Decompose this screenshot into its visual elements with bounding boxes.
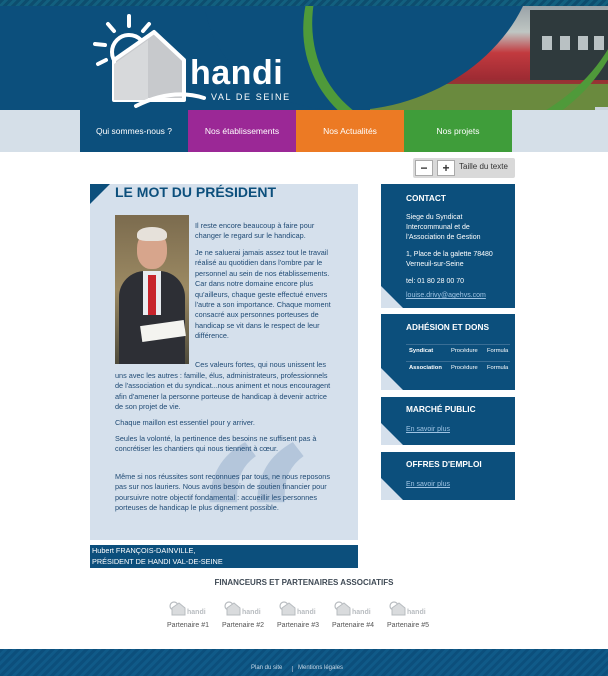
footer-sitemap-link[interactable]: Plan du site [251,665,282,671]
footer-separator [292,666,293,672]
contact-org-3: l'Association de Gestion [406,234,481,241]
adhesion-formula-link[interactable]: Formula [487,365,508,371]
partner-logo-text: handi [352,609,371,616]
partner-logo[interactable]: handi [386,598,430,618]
marche-public-title: MARCHÉ PUBLIC [406,404,476,414]
partner-logo[interactable]: handi [221,598,265,618]
main-nav: Qui sommes-nous ? Nos établissements Nos… [80,110,512,152]
signature-name: Hubert FRANÇOIS-DAINVILLE, [92,546,196,555]
box-corner [381,423,403,445]
marche-public-link[interactable]: En savoir plus [406,426,450,433]
adhesion-row-name: Syndicat [409,348,434,354]
contact-address-1: 1, Place de la galette 78480 [406,251,493,258]
partner-label[interactable]: Partenaire #4 [323,622,383,629]
text-size-increase-button[interactable]: + [437,160,455,176]
marche-public-box: MARCHÉ PUBLIC En savoir plus [381,397,515,445]
partner-logo-text: handi [242,609,261,616]
contact-box: CONTACT Siege du Syndicat Intercommunal … [381,184,515,308]
partner-label[interactable]: Partenaire #5 [378,622,438,629]
nav-nos-actualites[interactable]: Nos Actualités [296,110,404,152]
page-title: LE MOT DU PRÉSIDENT [115,184,277,200]
partner-label[interactable]: Partenaire #1 [158,622,218,629]
footer: Plan du site Mentions légales [0,649,608,676]
contact-email-link[interactable]: louise.drivy@agehvs.com [406,292,486,299]
article-paragraph-6: Même si nos réussites sont reconnues par… [115,472,330,513]
contact-org-1: Siege du Syndicat [406,214,463,221]
article-paragraph-5: Seules la volonté, la pertinence des bes… [115,434,317,454]
nav-qui-sommes-nous[interactable]: Qui sommes-nous ? [80,110,188,152]
box-corner [381,286,403,308]
contact-phone: tel: 01 80 28 00 70 [406,278,464,285]
offres-emploi-title: OFFRES D'EMPLOI [406,459,482,469]
offres-emploi-box: OFFRES D'EMPLOI En savoir plus [381,452,515,500]
partner-logo-text: handi [297,609,316,616]
partners-title: FINANCEURS ET PARTENAIRES ASSOCIATIFS [214,578,394,587]
nav-nos-etablissements[interactable]: Nos établissements [188,110,296,152]
partner-logo[interactable]: handi [331,598,375,618]
nav-nos-projets[interactable]: Nos projets [404,110,512,152]
partner-logo-text: handi [187,609,206,616]
article-corner [90,184,110,204]
header-banner: handi VAL DE SEINE ︿ [0,6,608,110]
adhesion-title: ADHÉSION ET DONS [406,322,489,332]
partner-label[interactable]: Partenaire #3 [268,622,328,629]
text-size-control: − + Taille du texte [413,158,515,178]
logo-subtitle: VAL DE SEINE [211,92,291,102]
contact-title: CONTACT [406,193,446,203]
article-paragraph-3b: uns avec les autres : famille, élus, adm… [115,371,331,412]
contact-address-2: Verneuil-sur-Seine [406,261,464,268]
logo-wordmark: handi [190,54,284,92]
adhesion-procedure-link[interactable]: Procédure [451,348,478,354]
text-size-decrease-button[interactable]: − [415,160,433,176]
adhesion-formula-link[interactable]: Formula [487,348,508,354]
signature-block: Hubert FRANÇOIS-DAINVILLE, PRÉSIDENT DE … [90,545,358,568]
adhesion-row-name: Association [409,365,442,371]
footer-legal-link[interactable]: Mentions légales [298,665,343,671]
signature-role: PRÉSIDENT DE HANDI VAL-DE-SEINE [92,556,223,566]
text-size-label: Taille du texte [459,162,508,171]
article-paragraph-4: Chaque maillon est essentiel pour y arri… [115,418,255,427]
article-paragraph-3a: Ces valeurs fortes, qui nous unissent le… [195,360,327,369]
offres-emploi-link[interactable]: En savoir plus [406,481,450,488]
partner-label[interactable]: Partenaire #2 [213,622,273,629]
box-corner [381,368,403,390]
president-photo [115,215,189,364]
adhesion-procedure-link[interactable]: Procédure [451,365,478,371]
box-corner [381,478,403,500]
partner-logo[interactable]: handi [166,598,210,618]
partner-logo[interactable]: handi [276,598,320,618]
contact-org-2: Intercommunal et de [406,224,470,231]
article-paragraph-1: Il reste encore beaucoup à faire pour ch… [195,221,315,241]
adhesion-box: ADHÉSION ET DONS Syndicat Procédure Form… [381,314,515,390]
article-paragraph-2: Je ne saluerai jamais assez tout le trav… [195,248,331,341]
partner-logo-text: handi [407,609,426,616]
